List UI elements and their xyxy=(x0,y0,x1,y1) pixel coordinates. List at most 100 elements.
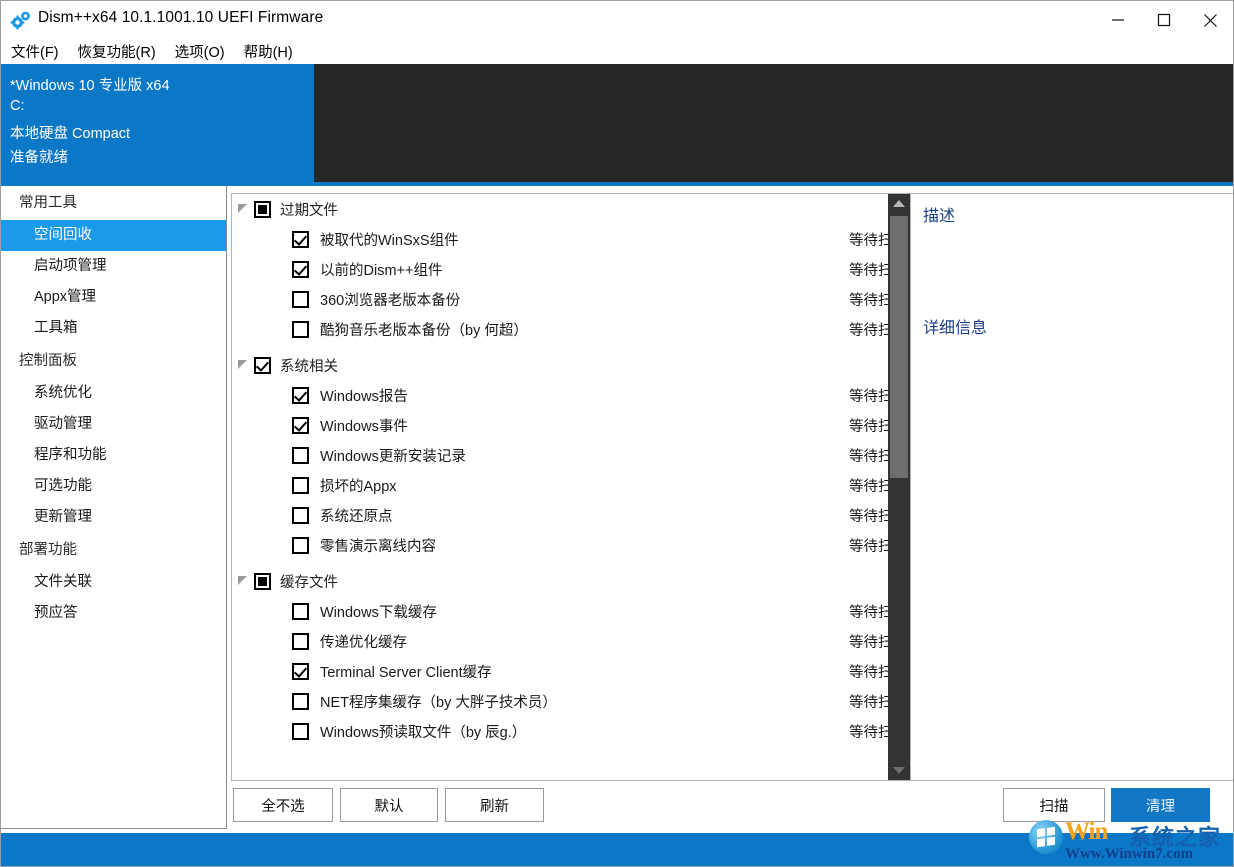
menu-help[interactable]: 帮助(H) xyxy=(243,40,294,63)
item-label: 以前的Dism++组件 xyxy=(320,259,442,280)
os-name: *Windows 10 专业版 x64 xyxy=(10,74,170,95)
list-item[interactable]: 360浏览器老版本备份 等待扫描 xyxy=(232,284,910,314)
disk-info: 本地硬盘 Compact xyxy=(10,122,130,143)
item-label: Terminal Server Client缓存 xyxy=(320,661,492,682)
chevron-expand-icon[interactable] xyxy=(237,359,250,372)
group-label: 系统相关 xyxy=(280,355,338,376)
list-item[interactable]: 被取代的WinSxS组件 等待扫描 xyxy=(232,224,910,254)
item-checkbox[interactable] xyxy=(292,723,309,740)
list-item[interactable]: Windows下载缓存 等待扫描 xyxy=(232,596,910,626)
maximize-button[interactable] xyxy=(1141,1,1187,39)
sidebar-item-space-recovery[interactable]: 空间回收 xyxy=(1,220,226,251)
description-subtitle: 详细信息 xyxy=(923,314,987,338)
item-checkbox[interactable] xyxy=(292,477,309,494)
item-checkbox[interactable] xyxy=(292,231,309,248)
menu-file[interactable]: 文件(F) xyxy=(10,40,60,63)
item-label: 零售演示离线内容 xyxy=(320,535,436,556)
chevron-expand-icon[interactable] xyxy=(237,575,250,588)
item-checkbox[interactable] xyxy=(292,663,309,680)
item-label: Windows更新安装记录 xyxy=(320,445,466,466)
watermark-url: Www.Winwin7.com xyxy=(1065,846,1193,863)
menu-options[interactable]: 选项(O) xyxy=(174,40,226,63)
item-label: 360浏览器老版本备份 xyxy=(320,289,460,310)
status-text: 准备就绪 xyxy=(10,146,68,167)
scrollbar-thumb[interactable] xyxy=(890,216,908,478)
sidebar-group-deployment: 部署功能 xyxy=(1,533,226,567)
minimize-button[interactable] xyxy=(1095,1,1141,39)
refresh-button[interactable]: 刷新 xyxy=(445,788,544,822)
description-panel: 描述 详细信息 xyxy=(911,193,1233,781)
sidebar-group-common-tools: 常用工具 xyxy=(1,186,226,220)
list-item[interactable]: 以前的Dism++组件 等待扫描 xyxy=(232,254,910,284)
item-checkbox[interactable] xyxy=(292,261,309,278)
list-item[interactable]: 酷狗音乐老版本备份（by 何超） 等待扫描 xyxy=(232,314,910,344)
menu-recovery[interactable]: 恢复功能(R) xyxy=(77,40,157,63)
sidebar-item-update-manager[interactable]: 更新管理 xyxy=(1,502,226,533)
group-checkbox[interactable] xyxy=(254,357,271,374)
item-checkbox[interactable] xyxy=(292,417,309,434)
sidebar-item-driver-manager[interactable]: 驱动管理 xyxy=(1,409,226,440)
close-icon xyxy=(1203,13,1218,28)
list-item[interactable]: 系统还原点 等待扫描 xyxy=(232,500,910,530)
list-item[interactable]: Terminal Server Client缓存 等待扫描 xyxy=(232,656,910,686)
header-accent-line xyxy=(314,182,1233,186)
sidebar-group-control-panel: 控制面板 xyxy=(1,344,226,378)
list-item[interactable]: 损坏的Appx 等待扫描 xyxy=(232,470,910,500)
sidebar: 常用工具 空间回收 启动项管理 Appx管理 工具箱 控制面板 系统优化 驱动管… xyxy=(1,186,227,829)
list-item[interactable]: NET程序集缓存（by 大胖子技术员） 等待扫描 xyxy=(232,686,910,716)
scroll-down-button[interactable] xyxy=(888,761,910,780)
maximize-icon xyxy=(1157,13,1171,27)
gears-icon xyxy=(10,10,32,30)
item-checkbox[interactable] xyxy=(292,507,309,524)
sidebar-item-file-association[interactable]: 文件关联 xyxy=(1,567,226,598)
minimize-icon xyxy=(1111,13,1125,27)
sidebar-item-toolbox[interactable]: 工具箱 xyxy=(1,313,226,344)
chevron-expand-icon[interactable] xyxy=(237,203,250,216)
tree-group-row[interactable]: 缓存文件 xyxy=(232,566,910,596)
title-bar: Dism++x64 10.1.1001.10 UEFI Firmware xyxy=(1,1,1233,39)
list-scrollbar[interactable] xyxy=(888,194,910,780)
window-controls xyxy=(1095,1,1233,39)
list-item[interactable]: Windows报告 等待扫描 xyxy=(232,380,910,410)
scroll-up-button[interactable] xyxy=(888,194,910,213)
item-checkbox[interactable] xyxy=(292,537,309,554)
window-title: Dism++x64 10.1.1001.10 UEFI Firmware xyxy=(38,9,323,27)
item-checkbox[interactable] xyxy=(292,387,309,404)
item-checkbox[interactable] xyxy=(292,447,309,464)
list-item[interactable]: 零售演示离线内容 等待扫描 xyxy=(232,530,910,560)
drive-letter: C: xyxy=(10,98,25,114)
item-checkbox[interactable] xyxy=(292,693,309,710)
group-checkbox[interactable] xyxy=(254,573,271,590)
group-label: 过期文件 xyxy=(280,199,338,220)
item-label: Windows事件 xyxy=(320,415,408,436)
sidebar-item-unattend[interactable]: 预应答 xyxy=(1,598,226,629)
group-label: 缓存文件 xyxy=(280,571,338,592)
sidebar-item-startup-manager[interactable]: 启动项管理 xyxy=(1,251,226,282)
watermark: Win 系统之家 Www.Winwin7.com xyxy=(1025,814,1231,866)
tree-group-row[interactable]: 系统相关 xyxy=(232,350,910,380)
item-label: 系统还原点 xyxy=(320,505,393,526)
list-item[interactable]: Windows预读取文件（by 辰g.） 等待扫描 xyxy=(232,716,910,746)
item-checkbox[interactable] xyxy=(292,633,309,650)
list-item[interactable]: 传递优化缓存 等待扫描 xyxy=(232,626,910,656)
tree-group-row[interactable]: 过期文件 xyxy=(232,194,910,224)
windows-logo-icon xyxy=(1029,820,1063,854)
group-checkbox[interactable] xyxy=(254,201,271,218)
item-label: Windows下载缓存 xyxy=(320,601,437,622)
sidebar-item-optional-features[interactable]: 可选功能 xyxy=(1,471,226,502)
list-item[interactable]: Windows事件 等待扫描 xyxy=(232,410,910,440)
item-checkbox[interactable] xyxy=(292,321,309,338)
deselect-all-button[interactable]: 全不选 xyxy=(233,788,333,822)
list-item[interactable]: Windows更新安装记录 等待扫描 xyxy=(232,440,910,470)
default-button[interactable]: 默认 xyxy=(340,788,438,822)
sidebar-item-programs-features[interactable]: 程序和功能 xyxy=(1,440,226,471)
close-button[interactable] xyxy=(1187,1,1233,39)
item-checkbox[interactable] xyxy=(292,291,309,308)
sidebar-item-system-optimize[interactable]: 系统优化 xyxy=(1,378,226,409)
header-dark-area xyxy=(314,64,1233,182)
item-checkbox[interactable] xyxy=(292,603,309,620)
item-label: 传递优化缓存 xyxy=(320,631,407,652)
item-label: 酷狗音乐老版本备份（by 何超） xyxy=(320,319,528,340)
sidebar-item-appx-manager[interactable]: Appx管理 xyxy=(1,282,226,313)
menu-bar: 文件(F) 恢复功能(R) 选项(O) 帮助(H) xyxy=(1,39,1233,64)
